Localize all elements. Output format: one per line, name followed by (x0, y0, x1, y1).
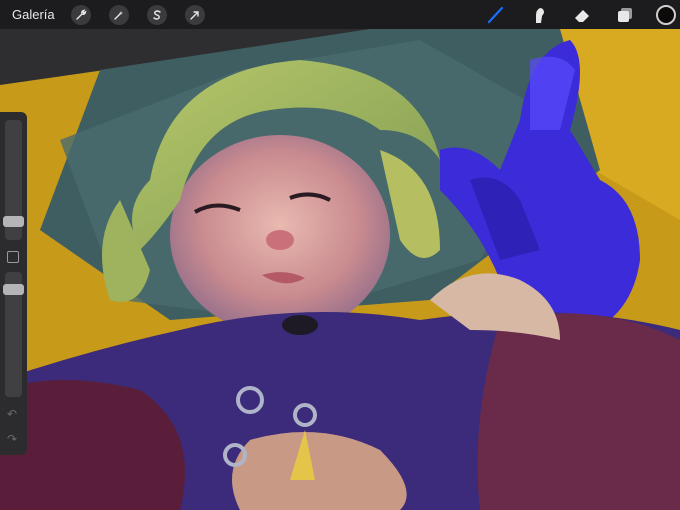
selection-button[interactable] (146, 4, 167, 25)
smudge-tool[interactable] (528, 4, 550, 26)
actions-button[interactable] (70, 4, 91, 25)
brush-icon (487, 6, 504, 23)
color-picker-button[interactable] (656, 4, 676, 25)
wrench-icon (75, 9, 87, 20)
left-sidebar: ↶ ↷ (0, 112, 27, 455)
eraser-tool[interactable] (571, 4, 593, 26)
brush-tool[interactable] (485, 4, 507, 26)
magic-wand-icon (113, 10, 123, 20)
undo-icon[interactable]: ↶ (7, 407, 17, 421)
arrow-cursor-icon (189, 10, 199, 20)
artwork-canvas[interactable] (0, 0, 680, 510)
selection-s-icon (152, 9, 161, 20)
gallery-button[interactable]: Galería (12, 7, 55, 22)
adjustments-button[interactable] (108, 4, 129, 25)
modify-button[interactable] (7, 251, 19, 263)
redo-icon[interactable]: ↷ (7, 432, 17, 446)
top-toolbar: Galería (0, 0, 680, 29)
canvas-area[interactable] (0, 0, 680, 510)
opacity-knob[interactable] (3, 284, 24, 295)
layers-button[interactable] (614, 4, 636, 26)
eraser-icon (575, 9, 589, 22)
smudge-finger-icon (536, 7, 544, 23)
transform-button[interactable] (184, 4, 205, 25)
brush-size-knob[interactable] (3, 216, 24, 227)
layers-icon (618, 7, 632, 22)
